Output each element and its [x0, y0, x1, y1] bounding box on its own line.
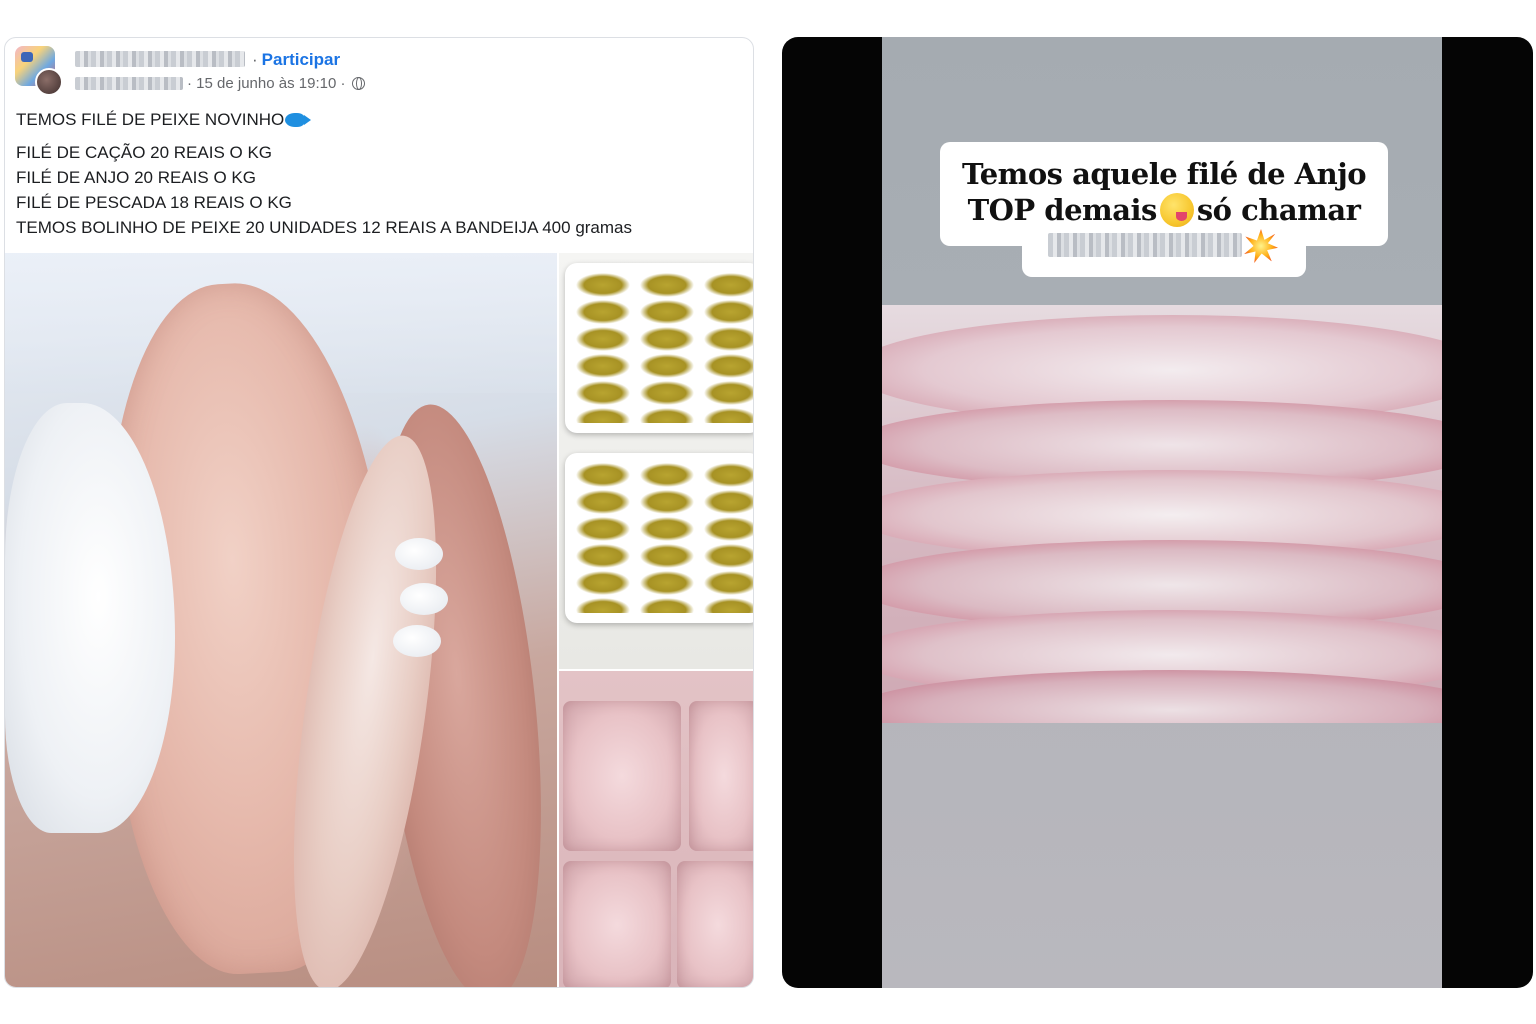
post-headline-text: TEMOS FILÉ DE PEIXE NOVINHO — [16, 110, 285, 129]
post-photo-frozen-packs[interactable] — [559, 671, 753, 987]
caption-line-2: TOP demais só chamar — [940, 193, 1388, 227]
author-avatar[interactable] — [35, 68, 63, 96]
post-body: TEMOS FILÉ DE PEIXE NOVINHO FILÉ DE CAÇÃ… — [16, 107, 736, 240]
glove-finger — [393, 625, 441, 657]
globe-icon — [351, 77, 365, 90]
price-line-bolinho: TEMOS BOLINHO DE PEIXE 20 UNIDADES 12 RE… — [16, 218, 633, 237]
tray-bottom — [565, 453, 753, 623]
facebook-post-card: · Participar · 15 de junho às 19:10 · TEM… — [4, 37, 754, 988]
frozen-pack — [563, 701, 681, 851]
yum-emoji-icon — [1159, 193, 1194, 227]
meta-separator-2: · — [340, 75, 346, 92]
fish-emoji-icon — [285, 113, 312, 127]
frozen-pack — [563, 861, 671, 987]
post-headline: TEMOS FILÉ DE PEIXE NOVINHO — [16, 107, 736, 132]
caption-line-1: Temos aquele filé de Anjo — [961, 157, 1367, 191]
author-name-redacted[interactable] — [75, 77, 183, 90]
post-header: · Participar · 15 de junho às 19:10 · — [5, 38, 753, 98]
meta-separator: · — [187, 75, 192, 92]
join-wrapper: · Participar — [252, 50, 340, 70]
story-photo-angel-fillets[interactable] — [882, 305, 1442, 723]
tray-top — [565, 263, 753, 433]
join-group-link[interactable]: Participar — [262, 50, 340, 69]
fish-balls — [573, 463, 753, 613]
fish-balls — [573, 273, 753, 423]
price-line-cacao: FILÉ DE CAÇÃO 20 REAIS O KG — [16, 143, 273, 162]
price-line-pescada: FILÉ DE PESCADA 18 REAIS O KG — [16, 193, 292, 212]
frozen-pack — [677, 861, 753, 987]
glove-finger — [400, 583, 448, 615]
price-line-anjo: FILÉ DE ANJO 20 REAIS O KG — [16, 168, 256, 187]
contact-handle-redacted — [1048, 233, 1242, 257]
post-meta: · 15 de junho às 19:10 · — [187, 75, 365, 92]
join-separator: · — [252, 50, 258, 69]
group-name-redacted[interactable] — [75, 51, 245, 67]
post-photo-fish-balls[interactable] — [559, 253, 753, 669]
story-card: Temos aquele filé de Anjo TOP demais só c… — [782, 37, 1533, 988]
post-photo-fish-fillets[interactable] — [5, 253, 557, 987]
caption-line-2-end: só chamar — [1196, 193, 1361, 227]
post-timestamp[interactable]: 15 de junho às 19:10 — [196, 75, 336, 92]
frozen-pack — [689, 701, 753, 851]
glove-finger — [395, 538, 443, 570]
caption-line-2-start: TOP demais — [967, 193, 1158, 227]
